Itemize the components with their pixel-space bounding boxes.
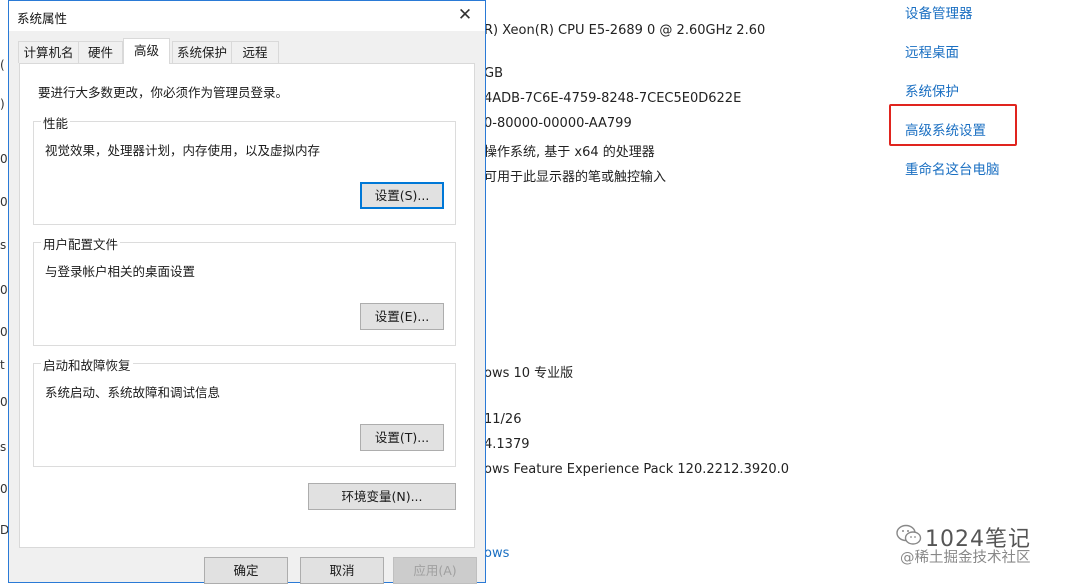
tab-remote[interactable]: 远程 bbox=[231, 41, 279, 63]
cancel-button[interactable]: 取消 bbox=[300, 557, 384, 584]
wechat-icon bbox=[896, 524, 922, 545]
apply-button[interactable]: 应用(A) bbox=[393, 557, 477, 584]
startup-recovery-title: 启动和故障恢复 bbox=[41, 355, 133, 374]
system-type-value: 操作系统, 基于 x64 的处理器 bbox=[484, 145, 655, 160]
user-profiles-settings-button[interactable]: 设置(E)... bbox=[360, 303, 444, 330]
dialog-title: 系统属性 bbox=[17, 11, 68, 26]
advanced-tab-panel: 要进行大多数更改，你必须作为管理员登录。 性能 视觉效果，处理器计划，内存使用，… bbox=[19, 63, 475, 548]
memory-value: GB bbox=[484, 66, 503, 81]
watermark-subtitle: @稀土掘金技术社区 bbox=[900, 550, 1031, 566]
left-edge-mark: s bbox=[0, 440, 7, 454]
left-edge-mark: ) bbox=[0, 97, 5, 111]
user-profiles-group: 用户配置文件 与登录帐户相关的桌面设置 设置(E)... bbox=[33, 234, 456, 346]
system-protection-link[interactable]: 系统保护 bbox=[905, 80, 959, 100]
left-edge-mark: 0 bbox=[0, 283, 8, 297]
left-edge-mark: 0 bbox=[0, 482, 8, 496]
ok-button[interactable]: 确定 bbox=[204, 557, 288, 584]
info-link[interactable]: ows bbox=[484, 546, 509, 561]
product-id-value: 0-80000-00000-AA799 bbox=[484, 116, 632, 131]
highlight-box-advanced-settings bbox=[889, 104, 1017, 146]
performance-title: 性能 bbox=[41, 113, 71, 132]
tab-system-protection[interactable]: 系统保护 bbox=[172, 41, 232, 63]
admin-notice: 要进行大多数更改，你必须作为管理员登录。 bbox=[38, 85, 289, 100]
startup-recovery-description: 系统启动、系统故障和调试信息 bbox=[45, 385, 221, 400]
startup-recovery-settings-button[interactable]: 设置(T)... bbox=[360, 424, 444, 451]
pen-touch-value: 可用于此显示器的笔或触控输入 bbox=[484, 170, 667, 185]
user-profiles-title: 用户配置文件 bbox=[41, 234, 121, 253]
left-edge-mark: t bbox=[0, 358, 5, 372]
tab-computer-name[interactable]: 计算机名 bbox=[18, 41, 79, 63]
left-edge-mark: ( bbox=[0, 58, 5, 72]
startup-recovery-group: 启动和故障恢复 系统启动、系统故障和调试信息 设置(T)... bbox=[33, 355, 456, 467]
left-edge-mark: 0 bbox=[0, 395, 8, 409]
user-profiles-description: 与登录帐户相关的桌面设置 bbox=[45, 264, 196, 279]
title-bar[interactable]: 系统属性 ✕ bbox=[9, 1, 485, 31]
close-icon[interactable]: ✕ bbox=[445, 1, 485, 31]
tab-hardware[interactable]: 硬件 bbox=[78, 41, 123, 63]
remote-desktop-link[interactable]: 远程桌面 bbox=[905, 41, 959, 61]
processor-value: R) Xeon(R) CPU E5-2689 0 @ 2.60GHz 2.60 bbox=[484, 23, 766, 38]
tab-advanced[interactable]: 高级 bbox=[123, 38, 170, 64]
performance-settings-button[interactable]: 设置(S)... bbox=[360, 182, 444, 209]
performance-description: 视觉效果，处理器计划，内存使用，以及虚拟内存 bbox=[45, 143, 321, 158]
os-build-value: 4.1379 bbox=[484, 437, 530, 452]
system-properties-dialog: 系统属性 ✕ 计算机名 硬件 高级 系统保护 远程 要进行大多数更改，你必须作为… bbox=[8, 0, 486, 584]
performance-group: 性能 视觉效果，处理器计划，内存使用，以及虚拟内存 设置(S)... bbox=[33, 113, 456, 225]
left-edge-mark: 0 bbox=[0, 152, 8, 166]
device-id-value: 4ADB-7C6E-4759-8248-7CEC5E0D622E bbox=[484, 91, 742, 106]
left-edge-mark: s bbox=[0, 238, 7, 252]
environment-variables-button[interactable]: 环境变量(N)... bbox=[308, 483, 456, 510]
left-edge-mark: 0 bbox=[0, 325, 8, 339]
install-date-value: 11/26 bbox=[484, 412, 522, 427]
rename-pc-link[interactable]: 重命名这台电脑 bbox=[905, 158, 1000, 178]
device-manager-link[interactable]: 设备管理器 bbox=[905, 2, 973, 22]
experience-value: ows Feature Experience Pack 120.2212.392… bbox=[484, 462, 790, 477]
left-edge-mark: 0 bbox=[0, 195, 8, 209]
edition-value: ows 10 专业版 bbox=[484, 366, 574, 381]
